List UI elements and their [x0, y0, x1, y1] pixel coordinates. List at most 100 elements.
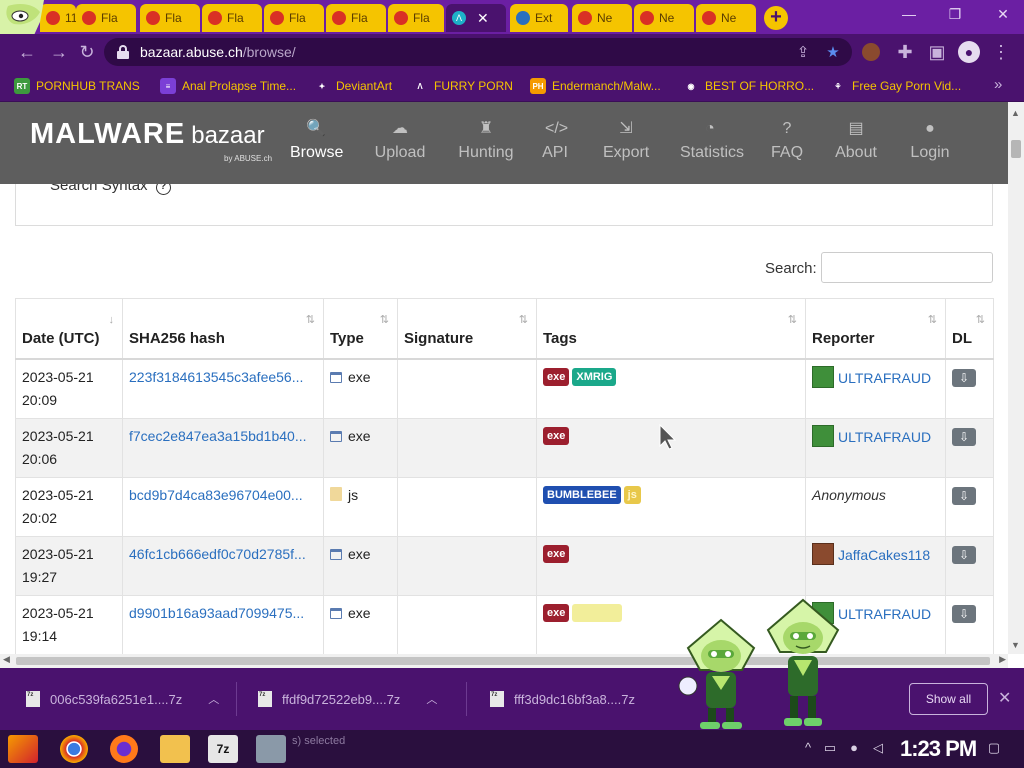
- column-header-hash[interactable]: SHA256 hash ⇅: [122, 298, 324, 360]
- network-icon[interactable]: ▭: [822, 740, 838, 756]
- reload-icon[interactable]: ↻: [76, 41, 98, 63]
- search-input[interactable]: [821, 252, 993, 283]
- scroll-left-icon[interactable]: ◀: [3, 654, 10, 665]
- menu-kebab-icon[interactable]: ⋮: [990, 41, 1012, 63]
- new-tab-button[interactable]: +: [764, 6, 788, 30]
- column-header-date[interactable]: Date (UTC) ↓: [15, 298, 123, 360]
- site-logo[interactable]: MALWARE bazaar by ABUSE.ch: [30, 118, 272, 163]
- 7zip-taskbar-icon[interactable]: 7z: [208, 735, 238, 763]
- sha256-link[interactable]: 223f3184613545c3afee56...: [129, 369, 303, 385]
- nav-statistics[interactable]: ◔ Statistics: [680, 120, 744, 172]
- tab[interactable]: Fla: [202, 4, 262, 32]
- scroll-down-icon[interactable]: ▼: [1011, 640, 1020, 650]
- restore-icon[interactable]: ❐: [942, 6, 968, 26]
- cloud-download-icon[interactable]: ⇩: [952, 486, 976, 505]
- close-shelf-icon[interactable]: ✕: [998, 688, 1011, 708]
- column-header-type[interactable]: Type ⇅: [323, 298, 398, 360]
- tab[interactable]: Fla: [140, 4, 200, 32]
- nav-about[interactable]: ▤ About: [834, 120, 878, 172]
- volume-icon[interactable]: ◁: [870, 740, 886, 756]
- column-header-dl[interactable]: DL ⇅: [945, 298, 994, 360]
- tag-badge[interactable]: exe: [543, 367, 570, 386]
- sha256-link[interactable]: d9901b16a93aad7099475...: [129, 605, 304, 621]
- close-window-icon[interactable]: ✕: [990, 6, 1016, 26]
- column-header-reporter[interactable]: Reporter ⇅: [805, 298, 946, 360]
- address-bar[interactable]: bazaar.abuse.ch/browse/ ⇪ ★: [104, 38, 852, 66]
- clock-time[interactable]: 1:23 PM: [900, 736, 977, 762]
- bookmark-item[interactable]: ⚘ Free Gay Porn Vid...: [830, 78, 961, 94]
- cloud-download-icon[interactable]: ⇩: [952, 368, 976, 387]
- download-item[interactable]: ffdf9d72522eb9....7z ︿: [258, 690, 437, 708]
- sha256-link[interactable]: 46fc1cb666edf0c70d2785f...: [129, 546, 306, 562]
- tab[interactable]: Fla: [326, 4, 386, 32]
- scroll-up-icon[interactable]: ▲: [1011, 108, 1020, 118]
- chevron-up-icon[interactable]: ︿: [208, 691, 219, 707]
- reporter-link[interactable]: ULTRAFRAUD: [838, 370, 931, 386]
- reporter-link[interactable]: ULTRAFRAUD: [838, 429, 931, 445]
- tag-badge[interactable]: [572, 603, 623, 622]
- bluetooth-icon[interactable]: ●: [846, 740, 862, 756]
- close-tab-icon[interactable]: ✕: [477, 10, 489, 27]
- horizontal-scrollbar[interactable]: ◀ ▶: [0, 654, 1008, 668]
- bookmark-item[interactable]: Λ FURRY PORN: [412, 78, 513, 94]
- bookmark-item[interactable]: ≡ Anal Prolapse Time...: [160, 78, 296, 94]
- notifications-icon[interactable]: ▢: [986, 740, 1002, 756]
- nav-upload[interactable]: ☁ Upload: [374, 120, 426, 172]
- vertical-scrollbar[interactable]: ▲ ▼: [1008, 102, 1024, 654]
- nav-browse[interactable]: 🔍 Browse: [290, 120, 343, 172]
- bookmarks-overflow-icon[interactable]: »: [994, 76, 1002, 93]
- tab[interactable]: Fla: [264, 4, 324, 32]
- minimize-icon[interactable]: —: [896, 6, 922, 26]
- profile-icon[interactable]: ●: [958, 41, 980, 63]
- tab-active[interactable]: Λ ✕: [446, 4, 506, 32]
- bookmark-item[interactable]: RT PORNHUB TRANS: [14, 78, 140, 94]
- scrollbar-thumb[interactable]: [1011, 140, 1021, 158]
- forward-icon[interactable]: →: [48, 41, 70, 63]
- tab[interactable]: Fla: [388, 4, 444, 32]
- tag-badge[interactable]: exe: [543, 426, 570, 445]
- bookmark-item[interactable]: ✦ DeviantArt: [314, 78, 392, 94]
- reporter-link[interactable]: ULTRAFRAUD: [838, 606, 931, 622]
- nav-export[interactable]: ⇲ Export: [603, 120, 649, 172]
- start-button-icon[interactable]: [8, 735, 38, 763]
- tray-chevron-icon[interactable]: ^: [800, 740, 816, 756]
- tag-badge[interactable]: XMRIG: [572, 367, 617, 386]
- task-manager-icon[interactable]: [256, 735, 286, 763]
- tab[interactable]: Fla: [76, 4, 136, 32]
- extension-avatar-icon[interactable]: [862, 43, 880, 61]
- sha256-link[interactable]: f7cec2e847ea3a15bd1b40...: [129, 428, 307, 444]
- tab[interactable]: Ne: [572, 4, 632, 32]
- scroll-right-icon[interactable]: ▶: [999, 654, 1006, 665]
- nav-faq[interactable]: ? FAQ: [771, 120, 803, 172]
- extensions-puzzle-icon[interactable]: ✚: [894, 41, 916, 63]
- cloud-download-icon[interactable]: ⇩: [952, 545, 976, 564]
- show-all-downloads-button[interactable]: Show all: [909, 683, 988, 715]
- column-header-signature[interactable]: Signature ⇅: [397, 298, 537, 360]
- chevron-up-icon[interactable]: ︿: [426, 691, 437, 707]
- tab[interactable]: Ne: [634, 4, 694, 32]
- cloud-download-icon[interactable]: ⇩: [952, 427, 976, 446]
- nav-api[interactable]: </> API: [542, 120, 568, 172]
- download-item[interactable]: fff3d9dc16bf3a8....7z: [490, 690, 635, 708]
- firefox-taskbar-icon[interactable]: [110, 735, 138, 763]
- bookmark-item[interactable]: ◉ BEST OF HORRO...: [683, 78, 814, 94]
- sha256-link[interactable]: bcd9b7d4ca83e96704e00...: [129, 487, 303, 503]
- column-header-tags[interactable]: Tags ⇅: [536, 298, 806, 360]
- file-explorer-icon[interactable]: [160, 735, 190, 763]
- tag-badge[interactable]: exe: [543, 603, 570, 622]
- tab[interactable]: Ext: [510, 4, 568, 32]
- cloud-download-icon[interactable]: ⇩: [952, 604, 976, 623]
- search-syntax-toggle[interactable]: Search Syntax ?: [50, 184, 171, 195]
- nav-login[interactable]: ● Login: [910, 120, 950, 172]
- nav-hunting[interactable]: ♜ Hunting: [458, 120, 514, 172]
- tag-badge[interactable]: js: [623, 485, 641, 504]
- tab[interactable]: Ne: [696, 4, 756, 32]
- bookmark-star-icon[interactable]: ★: [824, 44, 842, 62]
- chrome-taskbar-icon[interactable]: [60, 735, 88, 763]
- share-icon[interactable]: ⇪: [794, 44, 812, 62]
- reporter-link[interactable]: JaffaCakes118: [838, 547, 930, 563]
- back-icon[interactable]: ←: [16, 41, 38, 63]
- lock-icon[interactable]: [116, 45, 130, 59]
- download-item[interactable]: 006c539fa6251e1....7z ︿: [26, 690, 219, 708]
- tag-badge[interactable]: exe: [543, 544, 570, 563]
